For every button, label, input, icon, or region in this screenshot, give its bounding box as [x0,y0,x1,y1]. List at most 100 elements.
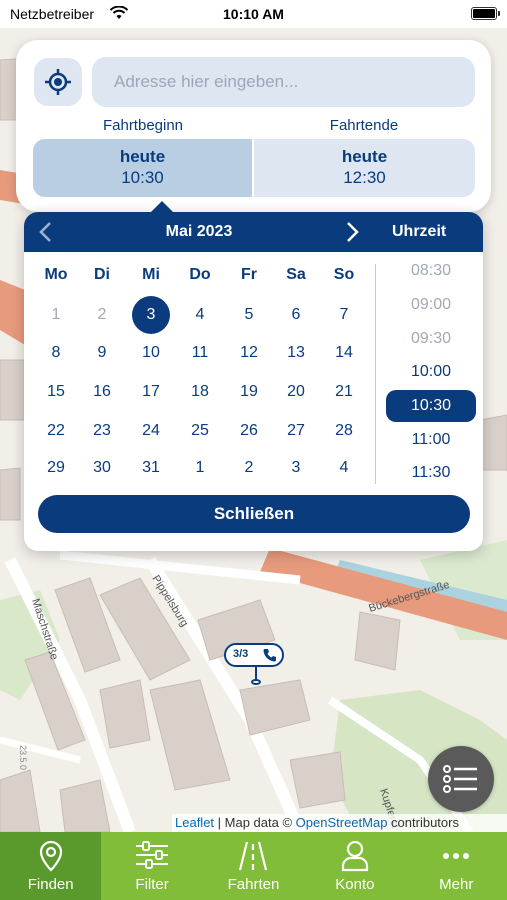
osm-link[interactable]: OpenStreetMap [296,815,388,830]
attribution-suffix: contributors [387,815,459,830]
leaflet-link[interactable]: Leaflet [175,815,214,830]
day-cell[interactable]: 22 [37,412,75,450]
day-cell[interactable]: 27 [277,412,315,450]
more-dots-icon [406,840,507,872]
nav-label: Fahrten [227,876,280,893]
attribution-separator: | Map data © [214,815,296,830]
nav-label: Mehr [439,876,474,893]
status-bar: Netzbetreiber 10:10 AM [0,0,507,28]
marker-badge: 3/3 [224,643,284,667]
day-cell[interactable]: 24 [132,412,170,450]
nav-fahrten[interactable]: Fahrten [203,832,304,900]
nav-mehr[interactable]: Mehr [406,832,507,900]
time-column-header: Uhrzeit [392,223,447,240]
day-cell[interactable]: 28 [325,412,363,450]
street-label-number: 23.5.0 [18,745,28,770]
location-pin-icon [0,840,101,872]
list-icon [443,765,477,793]
marker-base [251,679,261,685]
weekday-label: Do [189,266,211,283]
day-cell[interactable]: 6 [277,296,315,334]
day-cell[interactable]: 2 [230,449,268,487]
weekday-label: Sa [286,266,306,283]
battery-icon [471,7,500,20]
day-cell[interactable]: 25 [181,412,219,450]
time-option[interactable]: 11:30 [386,457,476,489]
sliders-icon [101,840,202,872]
day-cell[interactable]: 11 [181,334,219,372]
start-time-selector[interactable]: heute 10:30 [33,139,252,197]
day-cell-selected[interactable]: 3 [132,296,170,334]
weekday-label: So [333,266,355,283]
time-option[interactable]: 11:00 [386,424,476,456]
chevron-left-icon[interactable] [36,220,56,244]
address-input[interactable] [92,57,475,107]
day-cell[interactable]: 26 [230,412,268,450]
time-option[interactable]: 09:30 [386,323,476,355]
crosshair-icon [45,69,71,95]
day-cell: 2 [97,306,107,323]
day-cell[interactable]: 1 [181,449,219,487]
nav-label: Konto [335,876,375,893]
time-option[interactable]: 09:00 [386,289,476,321]
chevron-right-icon[interactable] [342,220,362,244]
day-cell[interactable]: 5 [230,296,268,334]
weekday-label: Mi [142,266,160,283]
column-divider [375,264,376,484]
end-label: Fahrtende [329,117,399,134]
day-cell[interactable]: 20 [277,373,315,411]
day-cell[interactable]: 30 [83,449,121,487]
day-cell[interactable]: 23 [83,412,121,450]
close-button[interactable]: Schließen [38,495,470,533]
search-card: Fahrtbeginn Fahrtende heute 10:30 heute … [16,40,491,212]
weekday-label: Mo [44,266,68,283]
nav-label: Finden [27,876,74,893]
map-attribution: Leaflet | Map data © OpenStreetMap contr… [172,814,507,832]
weekday-label: Di [94,266,110,283]
day-cell[interactable]: 9 [83,334,121,372]
time-option[interactable]: 10:00 [386,356,476,388]
day-cell[interactable]: 15 [37,373,75,411]
calendar-header: Mai 2023 Uhrzeit [24,212,483,252]
end-time-selector[interactable]: heute 12:30 [254,139,475,197]
day-cell[interactable]: 14 [325,334,363,372]
day-cell[interactable]: 16 [83,373,121,411]
day-cell[interactable]: 8 [37,334,75,372]
day-cell[interactable]: 10 [132,334,170,372]
end-day: heute [341,147,388,166]
day-cell[interactable]: 3 [277,449,315,487]
day-cell[interactable]: 4 [325,449,363,487]
weekday-label: Fr [241,266,257,283]
time-option[interactable]: 08:30 [386,255,476,287]
day-cell[interactable]: 19 [230,373,268,411]
start-day: heute [119,147,166,166]
day-cell[interactable]: 31 [132,449,170,487]
day-cell[interactable]: 29 [37,449,75,487]
person-icon [304,840,405,872]
start-time: 10:30 [121,168,164,187]
date-time-picker: Mai 2023 Uhrzeit Mo Di Mi Do Fr Sa So 12345678… [24,201,483,551]
clock: 10:10 AM [223,6,284,22]
end-time: 12:30 [343,168,386,187]
marker-count: 3/3 [233,648,249,660]
locate-button[interactable] [34,58,82,106]
bottom-navigation: Finden Filter Fahrten Konto Mehr [0,832,507,900]
day-cell[interactable]: 18 [181,373,219,411]
nav-finden[interactable]: Finden [0,832,102,900]
day-cell[interactable]: 7 [325,296,363,334]
day-cell[interactable]: 21 [325,373,363,411]
day-cell[interactable]: 4 [181,296,219,334]
nav-konto[interactable]: Konto [304,832,405,900]
nav-filter[interactable]: Filter [101,832,202,900]
time-option-selected[interactable]: 10:30 [386,390,476,422]
day-cell[interactable]: 17 [132,373,170,411]
calendar-month: Mai 2023 [165,223,233,240]
list-view-button[interactable] [428,746,494,812]
phone-icon [263,649,276,662]
day-cell[interactable]: 12 [230,334,268,372]
start-label: Fahrtbeginn [102,117,184,134]
road-icon [203,840,304,872]
day-cell[interactable]: 13 [277,334,315,372]
nav-label: Filter [135,876,169,893]
day-cell: 1 [51,306,61,323]
